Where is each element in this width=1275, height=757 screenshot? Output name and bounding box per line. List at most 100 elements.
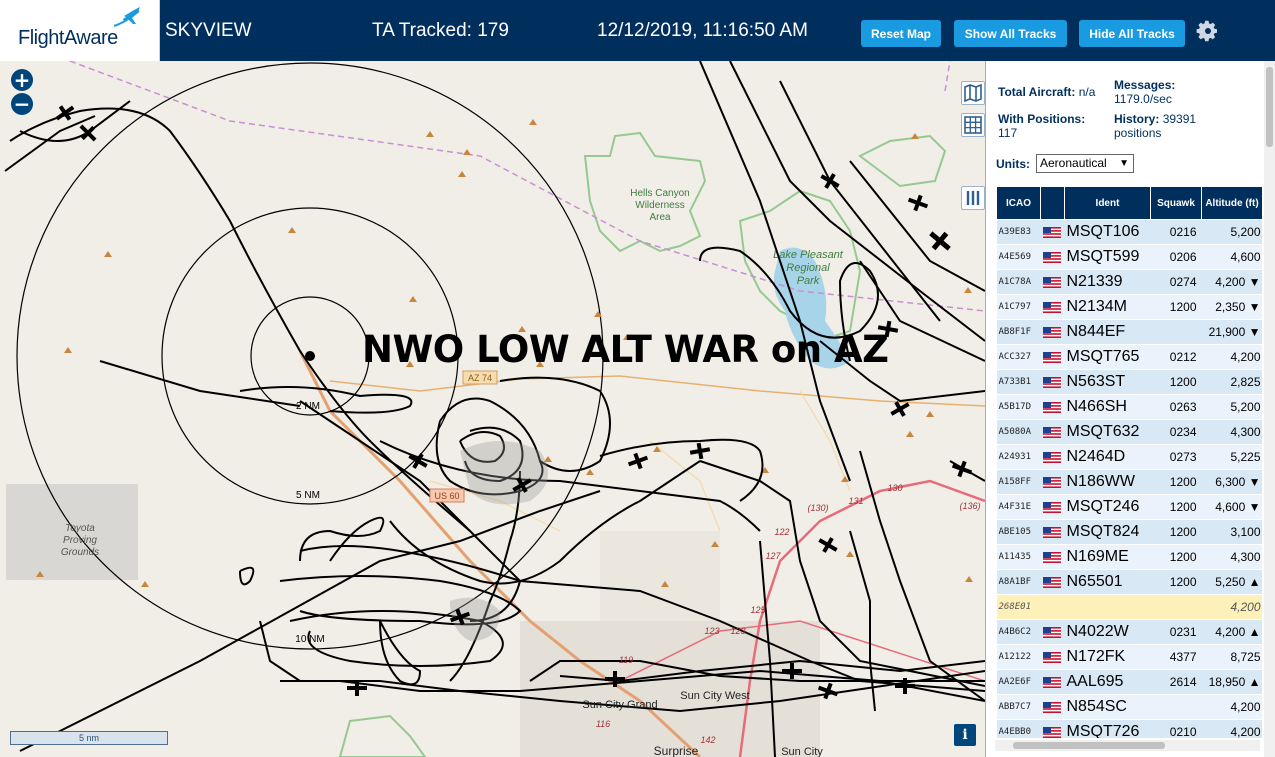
altitude-cell: 4,300 — [1201, 419, 1262, 445]
table-row[interactable]: AB8F1F N844EF 21,900 ▼ — [996, 319, 1262, 345]
table-row[interactable]: ACC327 MSQT765 0212 4,200 — [996, 344, 1262, 370]
aircraft-table-container[interactable]: ICAO Ident Squawk Altitude (ft) A39E83 MS… — [996, 186, 1262, 738]
squawk-cell: 0206 — [1150, 244, 1202, 270]
route-number-130: 130 — [887, 483, 902, 493]
ident-cell: N65501 — [1064, 569, 1151, 595]
table-row[interactable]: A39E83 MSQT106 0216 5,200 — [996, 219, 1262, 245]
icao-cell: A39E83 — [996, 219, 1041, 245]
surprise-label: Surprise — [654, 744, 699, 757]
columns-button[interactable] — [961, 186, 985, 210]
route-number-119: 119 — [619, 655, 633, 665]
vertical-scrollbar-thumb[interactable] — [1266, 67, 1273, 147]
zoom-in-button[interactable]: + — [11, 69, 33, 91]
table-row[interactable]: A12122 N172FK 4377 8,725 — [996, 644, 1262, 670]
map-view[interactable]: Hells Canyon Wilderness Area Lake Pleasa… — [0, 61, 985, 757]
az74-label: AZ 74 — [468, 373, 492, 383]
chevron-down-icon: ▼ — [1119, 158, 1129, 169]
ident-cell: N172FK — [1064, 644, 1151, 670]
icao-cell: A1C797 — [996, 294, 1041, 320]
squawk-cell: 4377 — [1150, 644, 1202, 670]
col-header-altitude[interactable]: Altitude (ft) — [1201, 186, 1262, 220]
table-row[interactable]: A733B1 N563ST 1200 2,825 — [996, 369, 1262, 395]
squawk-cell: 0273 — [1150, 444, 1202, 470]
top-bar: FlightAware SKYVIEW TA Tracked: 179 12/1… — [0, 0, 1275, 61]
altitude-cell: 6,300 ▼ — [1201, 469, 1262, 495]
table-row[interactable]: ABB7C7 N854SC 4,200 — [996, 694, 1262, 720]
vertical-scrollbar[interactable] — [1264, 61, 1275, 757]
squawk-cell: 1200 — [1150, 544, 1202, 570]
us-flag-icon — [1042, 326, 1061, 338]
ident-cell: MSQT246 — [1064, 494, 1151, 520]
toyota-label-3: Grounds — [61, 547, 99, 558]
map-layers-button[interactable] — [961, 81, 985, 105]
table-row[interactable]: A158FF N186WW 1200 6,300 ▼ — [996, 469, 1262, 495]
altitude-cell: 4,300 — [1201, 544, 1262, 570]
ident-cell: N466SH — [1064, 394, 1151, 420]
squawk-cell: 0234 — [1150, 419, 1202, 445]
sun-city-grand-label: Sun City Grand — [582, 699, 657, 711]
grid-button[interactable] — [961, 113, 985, 137]
us-flag-icon — [1042, 476, 1061, 488]
icao-cell: A5080A — [996, 419, 1041, 445]
table-row[interactable]: A8A1BF N65501 1200 5,250 ▲ — [996, 569, 1262, 595]
units-value: Aeronautical — [1040, 156, 1107, 170]
table-row[interactable]: A5B17D N466SH 0263 5,200 — [996, 394, 1262, 420]
icao-cell: A5B17D — [996, 394, 1041, 420]
flag-cell — [1040, 444, 1065, 470]
col-header-flag[interactable] — [1040, 186, 1065, 220]
map-canvas[interactable]: Hells Canyon Wilderness Area Lake Pleasa… — [0, 61, 985, 757]
gear-icon[interactable] — [1196, 19, 1220, 43]
altitude-cell: 2,825 — [1201, 369, 1262, 395]
squawk-cell: 1200 — [1150, 519, 1202, 545]
history-value: 39391 — [1162, 112, 1197, 126]
south-park-boundary — [338, 714, 427, 757]
table-row[interactable]: A4B6C2 N4022W 0231 4,200 ▲ — [996, 619, 1262, 645]
aircraft-table-body: A39E83 MSQT106 0216 5,200 A4E569 MSQT599 0206 4… — [996, 219, 1262, 738]
table-row[interactable]: A24931 N2464D 0273 5,225 — [996, 444, 1262, 470]
table-row[interactable]: A5080A MSQT632 0234 4,300 — [996, 419, 1262, 445]
ident-cell: N844EF — [1064, 319, 1151, 345]
table-row[interactable]: 268E01 4,200 — [996, 594, 1262, 620]
table-row[interactable]: A11435 N169ME 1200 4,300 — [996, 544, 1262, 570]
icao-cell: A12122 — [996, 644, 1041, 670]
us-flag-icon — [1042, 726, 1061, 738]
flag-cell — [1040, 319, 1065, 345]
units-select[interactable]: Aeronautical ▼ — [1036, 154, 1134, 173]
show-all-tracks-button[interactable]: Show All Tracks — [954, 20, 1067, 47]
with-positions-stat: With Positions: 117 — [998, 112, 1085, 140]
route-number-123a: 123 — [704, 626, 719, 636]
table-row[interactable]: A1C797 N2134M 1200 2,350 ▼ — [996, 294, 1262, 320]
altitude-cell: 5,200 — [1201, 394, 1262, 420]
messages-value: 1179.0/sec — [1114, 92, 1172, 106]
flightaware-logo[interactable]: FlightAware — [0, 0, 160, 61]
ident-cell: MSQT632 — [1064, 419, 1151, 445]
table-row[interactable]: A4EBB0 MSQT726 0210 4,200 — [996, 719, 1262, 738]
hide-all-tracks-button[interactable]: Hide All Tracks — [1079, 20, 1185, 47]
info-button[interactable]: i — [954, 724, 976, 746]
circling-area — [460, 441, 548, 505]
col-header-icao[interactable]: ICAO — [996, 186, 1041, 220]
table-row[interactable]: A4F31E MSQT246 1200 4,600 ▼ — [996, 494, 1262, 520]
col-header-ident[interactable]: Ident — [1064, 186, 1151, 220]
lake-pleasant-label-3: Park — [797, 275, 820, 287]
table-header-row: ICAO Ident Squawk Altitude (ft) — [996, 186, 1262, 220]
table-row[interactable]: AA2E6F AAL695 2614 18,950 ▲ — [996, 669, 1262, 695]
horizontal-scrollbar[interactable] — [995, 740, 1260, 751]
hells-canyon-label-3: Area — [649, 212, 671, 223]
zoom-out-button[interactable]: − — [11, 93, 33, 115]
messages-label: Messages: — [1114, 78, 1176, 92]
ident-cell: N169ME — [1064, 544, 1151, 570]
flag-cell — [1040, 594, 1065, 620]
table-row[interactable]: A1C78A N21339 0274 4,200 ▼ — [996, 269, 1262, 295]
reset-map-button[interactable]: Reset Map — [861, 20, 941, 47]
flag-cell — [1040, 369, 1065, 395]
horizontal-scrollbar-thumb[interactable] — [1013, 742, 1165, 749]
squawk-cell: 1200 — [1150, 294, 1202, 320]
ident-cell: AAL695 — [1064, 669, 1151, 695]
col-header-squawk[interactable]: Squawk — [1150, 186, 1202, 220]
icao-cell: A4B6C2 — [996, 619, 1041, 645]
table-row[interactable]: A4E569 MSQT599 0206 4,600 — [996, 244, 1262, 270]
icao-cell: A733B1 — [996, 369, 1041, 395]
flag-cell — [1040, 494, 1065, 520]
table-row[interactable]: ABE105 MSQT824 1200 3,100 — [996, 519, 1262, 545]
